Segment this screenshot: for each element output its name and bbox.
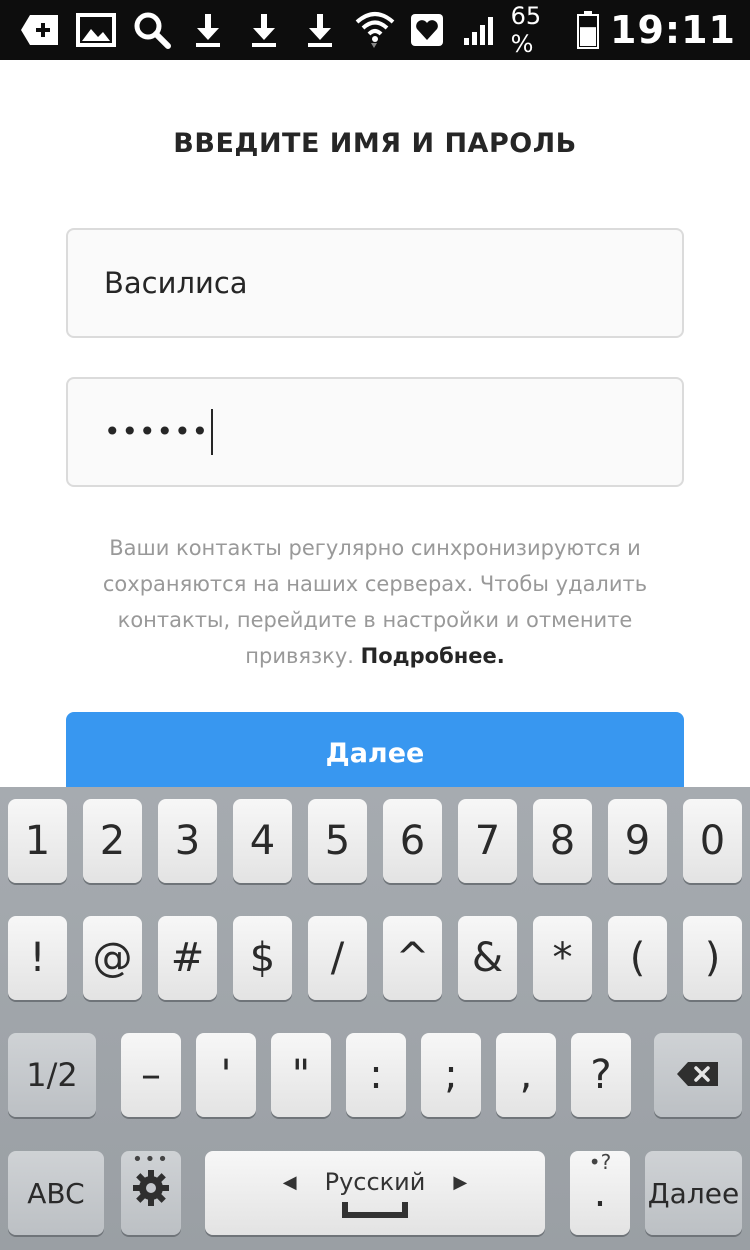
key-label: @ [92,935,133,981]
key-label: 7 [474,818,501,864]
page-title: ВВЕДИТЕ ИМЯ И ПАРОЛЬ [173,128,577,159]
key-row2-6[interactable]: & [458,916,517,1000]
key-label: 2 [99,818,126,864]
key-label: ! [29,935,46,981]
key-row1-9[interactable]: 0 [683,799,742,883]
key-label: ' [220,1052,232,1098]
key-label: 9 [624,818,651,864]
space-key[interactable]: ◀ Русский ▶ [205,1151,545,1235]
key-label: ) [704,935,721,981]
space-bar-icon [341,1202,408,1218]
key-row3-0[interactable]: 1/2 [8,1033,96,1117]
battery-icon [575,8,600,52]
username-field[interactable] [66,228,684,338]
gear-icon [131,1168,171,1218]
key-label: ^ [395,935,430,981]
clock: 19:11 [610,8,736,52]
key-row2-0[interactable]: ! [8,916,67,1000]
password-input[interactable]: •••••• [104,409,214,455]
wifi-icon [354,8,396,52]
key-row2-2[interactable]: # [158,916,217,1000]
period-key-hint: •? [588,1150,612,1174]
next-button-label: Далее [325,737,425,769]
key-row1-0[interactable]: 1 [8,799,67,883]
chevron-right-icon: ▶ [453,1171,468,1193]
key-row2-1[interactable]: @ [83,916,142,1000]
key-row1-2[interactable]: 3 [158,799,217,883]
key-label: " [291,1052,311,1098]
key-row3-6[interactable]: , [496,1033,556,1117]
keyboard: 1 2 3 4 5 6 7 8 9 0 ! @ # $ / ^ & * () 1/2 – ' ":;,? ABC ••• [0,787,750,1250]
key-label: 1 [24,818,51,864]
key-row1-5[interactable]: 6 [383,799,442,883]
search-icon [130,8,174,52]
key-label: / [330,935,345,981]
key-row3-5[interactable]: ; [421,1033,481,1117]
key-row3-3[interactable]: " [271,1033,331,1117]
key-label: 4 [249,818,276,864]
text-caret [211,409,214,455]
key-label: * [552,935,573,981]
key-row3-2[interactable]: ' [196,1033,256,1117]
key-row2-4[interactable]: / [308,916,367,1000]
key-label: – [141,1052,161,1098]
status-bar-right: 65 % 19:11 [354,2,736,58]
key-label: 1/2 [26,1056,78,1094]
period-key[interactable]: •? . [570,1151,630,1235]
image-icon [74,8,118,52]
key-row1-6[interactable]: 7 [458,799,517,883]
key-label: , [519,1052,533,1098]
key-row1-1[interactable]: 2 [83,799,142,883]
key-row3-4[interactable]: : [346,1033,406,1117]
period-key-label: . [593,1170,607,1216]
key-row3-1[interactable]: – [121,1033,181,1117]
key-label: 3 [174,818,201,864]
download-icon [298,8,342,52]
learn-more-link[interactable]: Подробнее. [361,644,505,668]
key-row3-7[interactable]: ? [571,1033,631,1117]
key-row2-9[interactable]: ) [683,916,742,1000]
password-masked-value: •••••• [104,415,210,448]
key-label: ? [590,1052,612,1098]
abc-key-label: ABC [27,1176,85,1210]
key-row2-5[interactable]: ^ [383,916,442,1000]
password-field[interactable]: •••••• [66,377,684,487]
heart-icon [406,8,448,52]
enter-key-label: Далее [647,1176,740,1210]
key-row2-8[interactable]: ( [608,916,667,1000]
backspace-icon [676,1052,720,1098]
key-row1-7[interactable]: 8 [533,799,592,883]
key-label: # [170,935,205,981]
key-label: : [369,1052,383,1098]
key-label: 0 [699,818,726,864]
key-label: 6 [399,818,426,864]
status-bar-left [18,8,354,52]
settings-key[interactable]: ••• [121,1151,181,1235]
battery-percent: 65 % [510,2,542,58]
key-label: 8 [549,818,576,864]
key-row2-3[interactable]: $ [233,916,292,1000]
settings-key-hint: ••• [132,1149,170,1170]
key-label: & [471,935,504,981]
key-label: 5 [324,818,351,864]
key-row2-7[interactable]: * [533,916,592,1000]
add-message-icon [18,8,62,52]
username-input[interactable] [104,266,682,300]
language-label: Русский [324,1168,426,1196]
enter-key[interactable]: Далее [645,1151,742,1235]
chevron-left-icon: ◀ [282,1171,297,1193]
download-icon [242,8,286,52]
backspace-key[interactable] [654,1033,742,1117]
key-label: $ [249,935,276,981]
download-icon [186,8,230,52]
key-label: ; [444,1052,458,1098]
key-row1-3[interactable]: 4 [233,799,292,883]
status-bar: 65 % 19:11 [0,0,750,60]
key-label: ( [629,935,646,981]
key-row1-4[interactable]: 5 [308,799,367,883]
abc-key[interactable]: ABC [8,1151,104,1235]
signal-icon [458,8,500,52]
key-row1-8[interactable]: 9 [608,799,667,883]
contacts-sync-info: Ваши контакты регулярно синхронизируются… [80,530,670,674]
